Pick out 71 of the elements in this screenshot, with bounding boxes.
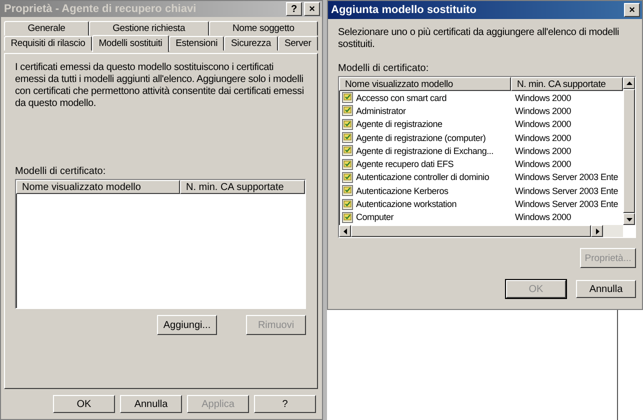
- row-name: Administrator: [356, 106, 406, 116]
- certificate-icon: [342, 212, 353, 223]
- help-button[interactable]: ?: [286, 2, 302, 16]
- right-arrow-icon[interactable]: [594, 228, 600, 234]
- row-version: Windows 2000: [514, 119, 572, 130]
- column-header[interactable]: N. min. CA supportate: [511, 77, 623, 91]
- certificate-icon: [342, 92, 353, 104]
- dialog-button[interactable]: Annulla: [576, 280, 636, 298]
- row-version: Windows 2000: [514, 212, 572, 222]
- row-version: Windows 2000: [514, 132, 572, 143]
- column-header[interactable]: N. min. CA supportate: [180, 180, 305, 194]
- down-arrow-icon[interactable]: [626, 216, 632, 222]
- tab[interactable]: Gestione richiesta: [88, 21, 209, 36]
- row-version: Windows 2000: [514, 159, 572, 170]
- list-row[interactable]: Administrator Windows 2000: [339, 104, 623, 118]
- description-text: I certificati emessi da questo modello sostituiscono i certificati emessi da tutti i modelli aggiunti all'elenco. Aggiungere solo i modelli con certificati che permettono attività consentite dai certificati emessi da questo modello.: [15, 62, 305, 111]
- up-arrow-icon[interactable]: [626, 80, 632, 86]
- row-version: Windows Server 2003 Ente: [514, 172, 618, 182]
- certificate-icon: [342, 172, 353, 183]
- close-button[interactable]: ×: [304, 2, 320, 16]
- list-label: Modelli di certificato:: [338, 63, 430, 74]
- tab[interactable]: Generale: [4, 21, 89, 36]
- list-row[interactable]: Autenticazione workstation Windows Server 2003 Ente: [339, 197, 623, 211]
- list-row[interactable]: Agente recupero dati EFS Windows 2000: [339, 157, 623, 171]
- tab[interactable]: Server: [278, 36, 318, 51]
- certificate-icon: [342, 105, 353, 116]
- list-label: Modelli di certificato:: [15, 166, 107, 177]
- tab[interactable]: Estensioni: [168, 36, 224, 51]
- certificate-icon: [342, 185, 353, 196]
- tab[interactable]: Requisiti di rilascio: [4, 36, 92, 51]
- list-row[interactable]: Autenticazione controller di dominio Windows Server 2003 Ente: [339, 170, 623, 184]
- certificate-icon: [342, 158, 353, 170]
- row-name: Accesso con smart card: [356, 92, 447, 103]
- list-row[interactable]: Agente di registrazione Windows 2000: [339, 118, 623, 131]
- row-name: Agente di registrazione (computer): [356, 132, 486, 143]
- row-name: Autenticazione workstation: [356, 199, 457, 210]
- list-row[interactable]: Accesso con smart card Windows 2000: [339, 91, 623, 104]
- row-name: Autenticazione controller di dominio: [356, 172, 490, 182]
- row-name: Autenticazione Kerberos: [356, 186, 448, 196]
- certificate-icon: [342, 145, 353, 156]
- dialog-button[interactable]: Aggiungi...: [157, 315, 217, 335]
- column-header[interactable]: Nome visualizzato modello: [339, 77, 511, 91]
- tab[interactable]: Sicurezza: [224, 36, 278, 51]
- row-version: Windows 2000: [514, 92, 572, 103]
- tab[interactable]: Modelli sostituiti: [92, 35, 169, 52]
- row-version: Windows 2000: [514, 106, 572, 116]
- row-version: Windows Server 2003 Ente: [514, 199, 618, 210]
- row-name: Computer: [356, 212, 394, 222]
- row-version: Windows Server 2003 Ente: [514, 186, 618, 196]
- certificate-icon: [342, 118, 353, 130]
- dialog-button[interactable]: ?: [254, 395, 316, 413]
- row-name: Agente di registrazione di Exchang...: [356, 146, 494, 156]
- certificate-icon: [342, 132, 353, 144]
- column-header[interactable]: Nome visualizzato modello: [16, 180, 180, 194]
- dialog-button[interactable]: OK: [53, 395, 115, 413]
- dialog-button[interactable]: Annulla: [120, 395, 182, 413]
- window-title: Aggiunta modello sostituito: [331, 4, 476, 16]
- list-row[interactable]: Autenticazione Kerberos Windows Server 2003 Ente: [339, 184, 623, 198]
- list-row[interactable]: Agente di registrazione di Exchang... Windows 2000: [339, 144, 623, 158]
- row-name: Agente recupero dati EFS: [356, 159, 454, 170]
- row-name: Agente di registrazione: [356, 119, 442, 130]
- list-row[interactable]: Agente di registrazione (computer) Windows 2000: [339, 130, 623, 144]
- row-version: Windows 2000: [514, 146, 572, 156]
- instruction-text: Selezionare uno o più certificati da aggiungere all'elenco di modelli sostituiti.: [338, 27, 620, 51]
- list-row[interactable]: Computer Windows 2000: [339, 210, 623, 224]
- certificate-icon: [342, 198, 353, 210]
- tab[interactable]: Nome soggetto: [208, 21, 318, 36]
- close-button[interactable]: ×: [624, 3, 640, 17]
- vertical-scrollbar[interactable]: [623, 77, 635, 225]
- horizontal-scrollbar[interactable]: [339, 225, 623, 237]
- left-arrow-icon[interactable]: [342, 228, 348, 234]
